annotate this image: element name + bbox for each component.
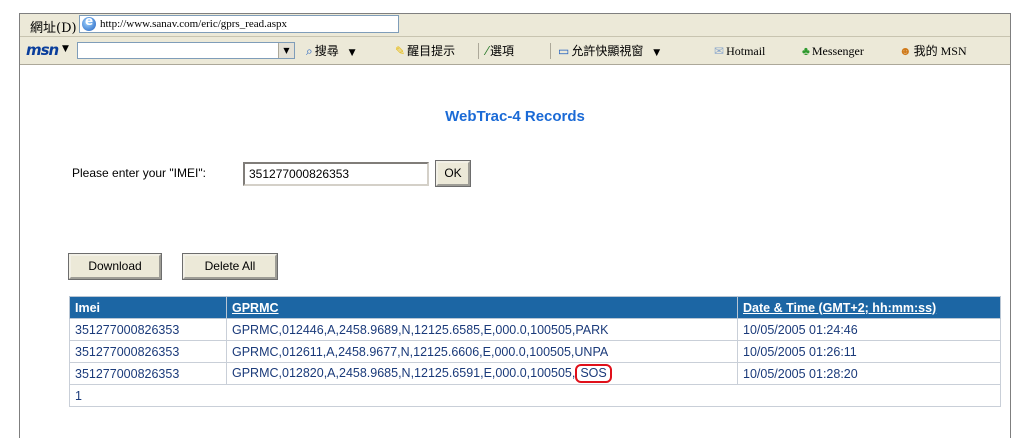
envelope-icon: ✉ (714, 44, 725, 58)
msn-toolbar: msn ▼ ▼ ⌕ 搜尋 ▼ ✎ 醒目提示 ⁄ 選項 ▭ 允許快顯視窗 ▼ ✉ Hotma… (20, 37, 1010, 65)
cell-gprmc: GPRMC,012820,A,2458.9685,N,12125.6591,E,… (226, 362, 738, 385)
records-table: Imei GPRMC Date & Time (GMT+2; hh:mm:ss)… (69, 296, 1001, 407)
ie-page-icon (82, 14, 96, 31)
browser-window: 網址(D) http://www.sanav.com/eric/gprs_rea… (19, 13, 1011, 438)
download-button[interactable]: Download (68, 253, 162, 280)
msn-my-msn-button[interactable]: ☻ 我的 MSN (899, 42, 967, 60)
msn-messenger-label: Messenger (811, 44, 864, 58)
msn-hotmail-button[interactable]: ✉ Hotmail (714, 42, 765, 60)
msn-hotmail-label: Hotmail (726, 44, 766, 58)
msn-highlight-button[interactable]: ✎ 醒目提示 (395, 42, 455, 60)
msn-my-msn-label: 我的 MSN (913, 44, 967, 58)
msn-options-label: 選項 (490, 44, 515, 58)
delete-all-button[interactable]: Delete All (182, 253, 278, 280)
imei-input[interactable]: 351277000826353 (243, 162, 429, 186)
header-imei: Imei (69, 296, 227, 319)
cell-imei: 351277000826353 (69, 340, 227, 363)
address-url[interactable]: http://www.sanav.com/eric/gprs_read.aspx (100, 18, 287, 30)
pager-page-1[interactable]: 1 (69, 384, 1001, 407)
header-datetime[interactable]: Date & Time (GMT+2; hh:mm:ss) (737, 296, 1001, 319)
msn-logo[interactable]: msn (26, 41, 59, 59)
cell-imei: 351277000826353 (69, 362, 227, 385)
cell-datetime: 10/05/2005 01:26:11 (737, 340, 1001, 363)
address-input[interactable]: http://www.sanav.com/eric/gprs_read.aspx (79, 14, 399, 33)
address-bar: 網址(D) http://www.sanav.com/eric/gprs_rea… (20, 14, 1010, 37)
msn-popup-label: 允許快顯視窗 (571, 44, 644, 58)
popup-window-icon: ▭ (558, 44, 570, 58)
cell-gprmc: GPRMC,012611,A,2458.9677,N,12125.6606,E,… (226, 340, 738, 363)
chevron-down-icon[interactable]: ▼ (349, 48, 356, 58)
msn-menu-arrow-icon[interactable]: ▼ (62, 44, 69, 54)
sos-highlight: SOS (575, 364, 612, 383)
table-header-row: Imei GPRMC Date & Time (GMT+2; hh:mm:ss) (69, 296, 1001, 319)
cell-gprmc: GPRMC,012446,A,2458.9689,N,12125.6585,E,… (226, 318, 738, 341)
msn-search-dropdown-icon[interactable]: ▼ (278, 43, 294, 58)
gprmc-prefix: GPRMC,012820,A,2458.9685,N,12125.6591,E,… (232, 366, 576, 380)
msn-search-label: 搜尋 (314, 44, 339, 58)
highlighter-icon: ✎ (395, 44, 406, 58)
messenger-icon: ♣ (802, 44, 810, 58)
toolbar-separator (550, 43, 551, 59)
chevron-down-icon[interactable]: ▼ (653, 48, 660, 58)
msn-options-button[interactable]: ⁄ 選項 (486, 42, 514, 60)
cell-datetime: 10/05/2005 01:28:20 (737, 362, 1001, 385)
cell-imei: 351277000826353 (69, 318, 227, 341)
cell-datetime: 10/05/2005 01:24:46 (737, 318, 1001, 341)
magnifier-icon: ⌕ (306, 44, 313, 58)
page-title: WebTrac-4 Records (445, 108, 585, 125)
msn-search-button[interactable]: ⌕ 搜尋 ▼ (306, 42, 356, 60)
msn-popup-button[interactable]: ▭ 允許快顯視窗 ▼ (558, 42, 660, 60)
table-row: 351277000826353 GPRMC,012446,A,2458.9689… (69, 318, 1001, 341)
msn-highlight-label: 醒目提示 (407, 44, 456, 58)
msn-messenger-button[interactable]: ♣ Messenger (802, 42, 864, 60)
pager-row: 1 (69, 384, 1001, 407)
address-label: 網址(D) (30, 21, 77, 36)
msn-search-input[interactable]: ▼ (77, 42, 295, 59)
options-icon: ⁄ (486, 44, 489, 58)
table-row: 351277000826353 GPRMC,012820,A,2458.9685… (69, 362, 1001, 385)
table-row: 351277000826353 GPRMC,012611,A,2458.9677… (69, 340, 1001, 363)
toolbar-separator (478, 43, 479, 59)
imei-label: Please enter your "IMEI": (72, 166, 206, 180)
header-gprmc[interactable]: GPRMC (226, 296, 738, 319)
ok-button[interactable]: OK (435, 160, 471, 187)
my-msn-icon: ☻ (899, 44, 912, 58)
